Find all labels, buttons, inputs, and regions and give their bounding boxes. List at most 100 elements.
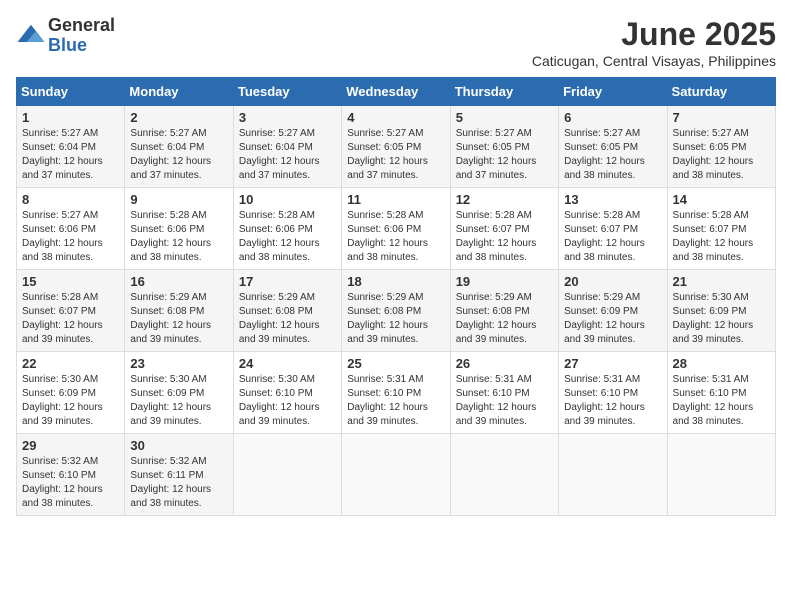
logo-icon (16, 21, 46, 51)
day-cell: 4 Sunrise: 5:27 AM Sunset: 6:05 PM Dayli… (342, 106, 450, 188)
header-monday: Monday (125, 78, 233, 106)
day-number: 18 (347, 274, 444, 289)
day-info: Sunrise: 5:27 AM Sunset: 6:04 PM Dayligh… (22, 127, 119, 183)
day-info: Sunrise: 5:30 AM Sunset: 6:10 PM Dayligh… (239, 373, 336, 429)
header-tuesday: Tuesday (233, 78, 341, 106)
day-cell: 1 Sunrise: 5:27 AM Sunset: 6:04 PM Dayli… (17, 106, 125, 188)
day-cell: 2 Sunrise: 5:27 AM Sunset: 6:04 PM Dayli… (125, 106, 233, 188)
week-row-3: 15 Sunrise: 5:28 AM Sunset: 6:07 PM Dayl… (17, 270, 776, 352)
day-cell: 14 Sunrise: 5:28 AM Sunset: 6:07 PM Dayl… (667, 188, 775, 270)
day-number: 10 (239, 192, 336, 207)
day-cell (342, 434, 450, 516)
day-cell: 9 Sunrise: 5:28 AM Sunset: 6:06 PM Dayli… (125, 188, 233, 270)
day-number: 25 (347, 356, 444, 371)
day-cell: 12 Sunrise: 5:28 AM Sunset: 6:07 PM Dayl… (450, 188, 558, 270)
day-cell: 10 Sunrise: 5:28 AM Sunset: 6:06 PM Dayl… (233, 188, 341, 270)
day-cell: 24 Sunrise: 5:30 AM Sunset: 6:10 PM Dayl… (233, 352, 341, 434)
day-info: Sunrise: 5:31 AM Sunset: 6:10 PM Dayligh… (347, 373, 444, 429)
day-info: Sunrise: 5:27 AM Sunset: 6:05 PM Dayligh… (347, 127, 444, 183)
day-cell: 11 Sunrise: 5:28 AM Sunset: 6:06 PM Dayl… (342, 188, 450, 270)
day-info: Sunrise: 5:28 AM Sunset: 6:07 PM Dayligh… (456, 209, 553, 265)
header-friday: Friday (559, 78, 667, 106)
day-cell: 23 Sunrise: 5:30 AM Sunset: 6:09 PM Dayl… (125, 352, 233, 434)
day-info: Sunrise: 5:28 AM Sunset: 6:07 PM Dayligh… (564, 209, 661, 265)
day-cell: 17 Sunrise: 5:29 AM Sunset: 6:08 PM Dayl… (233, 270, 341, 352)
week-row-4: 22 Sunrise: 5:30 AM Sunset: 6:09 PM Dayl… (17, 352, 776, 434)
day-number: 16 (130, 274, 227, 289)
day-number: 5 (456, 110, 553, 125)
day-number: 12 (456, 192, 553, 207)
day-cell: 15 Sunrise: 5:28 AM Sunset: 6:07 PM Dayl… (17, 270, 125, 352)
day-info: Sunrise: 5:32 AM Sunset: 6:10 PM Dayligh… (22, 455, 119, 511)
day-cell (450, 434, 558, 516)
day-number: 8 (22, 192, 119, 207)
day-number: 23 (130, 356, 227, 371)
day-info: Sunrise: 5:27 AM Sunset: 6:05 PM Dayligh… (564, 127, 661, 183)
header-wednesday: Wednesday (342, 78, 450, 106)
day-cell: 16 Sunrise: 5:29 AM Sunset: 6:08 PM Dayl… (125, 270, 233, 352)
title-area: June 2025 Caticugan, Central Visayas, Ph… (532, 16, 776, 69)
day-cell: 29 Sunrise: 5:32 AM Sunset: 6:10 PM Dayl… (17, 434, 125, 516)
day-info: Sunrise: 5:29 AM Sunset: 6:08 PM Dayligh… (239, 291, 336, 347)
day-cell: 7 Sunrise: 5:27 AM Sunset: 6:05 PM Dayli… (667, 106, 775, 188)
day-number: 17 (239, 274, 336, 289)
day-number: 29 (22, 438, 119, 453)
day-info: Sunrise: 5:31 AM Sunset: 6:10 PM Dayligh… (673, 373, 770, 429)
week-row-1: 1 Sunrise: 5:27 AM Sunset: 6:04 PM Dayli… (17, 106, 776, 188)
day-info: Sunrise: 5:28 AM Sunset: 6:06 PM Dayligh… (130, 209, 227, 265)
day-number: 30 (130, 438, 227, 453)
day-cell: 30 Sunrise: 5:32 AM Sunset: 6:11 PM Dayl… (125, 434, 233, 516)
day-number: 27 (564, 356, 661, 371)
header-thursday: Thursday (450, 78, 558, 106)
week-row-5: 29 Sunrise: 5:32 AM Sunset: 6:10 PM Dayl… (17, 434, 776, 516)
day-number: 15 (22, 274, 119, 289)
day-info: Sunrise: 5:29 AM Sunset: 6:08 PM Dayligh… (347, 291, 444, 347)
day-info: Sunrise: 5:27 AM Sunset: 6:06 PM Dayligh… (22, 209, 119, 265)
week-row-2: 8 Sunrise: 5:27 AM Sunset: 6:06 PM Dayli… (17, 188, 776, 270)
day-info: Sunrise: 5:30 AM Sunset: 6:09 PM Dayligh… (130, 373, 227, 429)
day-number: 14 (673, 192, 770, 207)
day-cell: 6 Sunrise: 5:27 AM Sunset: 6:05 PM Dayli… (559, 106, 667, 188)
day-info: Sunrise: 5:29 AM Sunset: 6:08 PM Dayligh… (130, 291, 227, 347)
day-info: Sunrise: 5:29 AM Sunset: 6:09 PM Dayligh… (564, 291, 661, 347)
day-info: Sunrise: 5:31 AM Sunset: 6:10 PM Dayligh… (564, 373, 661, 429)
day-info: Sunrise: 5:28 AM Sunset: 6:06 PM Dayligh… (347, 209, 444, 265)
day-number: 6 (564, 110, 661, 125)
day-cell: 18 Sunrise: 5:29 AM Sunset: 6:08 PM Dayl… (342, 270, 450, 352)
day-cell: 28 Sunrise: 5:31 AM Sunset: 6:10 PM Dayl… (667, 352, 775, 434)
logo-general-text: General (48, 16, 115, 36)
day-info: Sunrise: 5:29 AM Sunset: 6:08 PM Dayligh… (456, 291, 553, 347)
day-cell: 8 Sunrise: 5:27 AM Sunset: 6:06 PM Dayli… (17, 188, 125, 270)
day-number: 11 (347, 192, 444, 207)
day-number: 20 (564, 274, 661, 289)
day-number: 22 (22, 356, 119, 371)
day-number: 7 (673, 110, 770, 125)
day-info: Sunrise: 5:27 AM Sunset: 6:04 PM Dayligh… (130, 127, 227, 183)
day-cell: 5 Sunrise: 5:27 AM Sunset: 6:05 PM Dayli… (450, 106, 558, 188)
day-info: Sunrise: 5:27 AM Sunset: 6:05 PM Dayligh… (456, 127, 553, 183)
day-info: Sunrise: 5:30 AM Sunset: 6:09 PM Dayligh… (673, 291, 770, 347)
day-number: 21 (673, 274, 770, 289)
day-number: 28 (673, 356, 770, 371)
day-number: 3 (239, 110, 336, 125)
month-title: June 2025 (532, 16, 776, 53)
day-number: 24 (239, 356, 336, 371)
logo-text: General Blue (48, 16, 115, 56)
header-sunday: Sunday (17, 78, 125, 106)
day-number: 2 (130, 110, 227, 125)
day-cell: 26 Sunrise: 5:31 AM Sunset: 6:10 PM Dayl… (450, 352, 558, 434)
day-info: Sunrise: 5:28 AM Sunset: 6:07 PM Dayligh… (673, 209, 770, 265)
logo: General Blue (16, 16, 115, 56)
day-cell: 25 Sunrise: 5:31 AM Sunset: 6:10 PM Dayl… (342, 352, 450, 434)
day-number: 9 (130, 192, 227, 207)
calendar-header-row: SundayMondayTuesdayWednesdayThursdayFrid… (17, 78, 776, 106)
day-number: 4 (347, 110, 444, 125)
day-cell: 20 Sunrise: 5:29 AM Sunset: 6:09 PM Dayl… (559, 270, 667, 352)
day-number: 1 (22, 110, 119, 125)
day-number: 26 (456, 356, 553, 371)
header-saturday: Saturday (667, 78, 775, 106)
day-cell: 3 Sunrise: 5:27 AM Sunset: 6:04 PM Dayli… (233, 106, 341, 188)
day-info: Sunrise: 5:28 AM Sunset: 6:06 PM Dayligh… (239, 209, 336, 265)
day-cell (559, 434, 667, 516)
day-cell: 21 Sunrise: 5:30 AM Sunset: 6:09 PM Dayl… (667, 270, 775, 352)
